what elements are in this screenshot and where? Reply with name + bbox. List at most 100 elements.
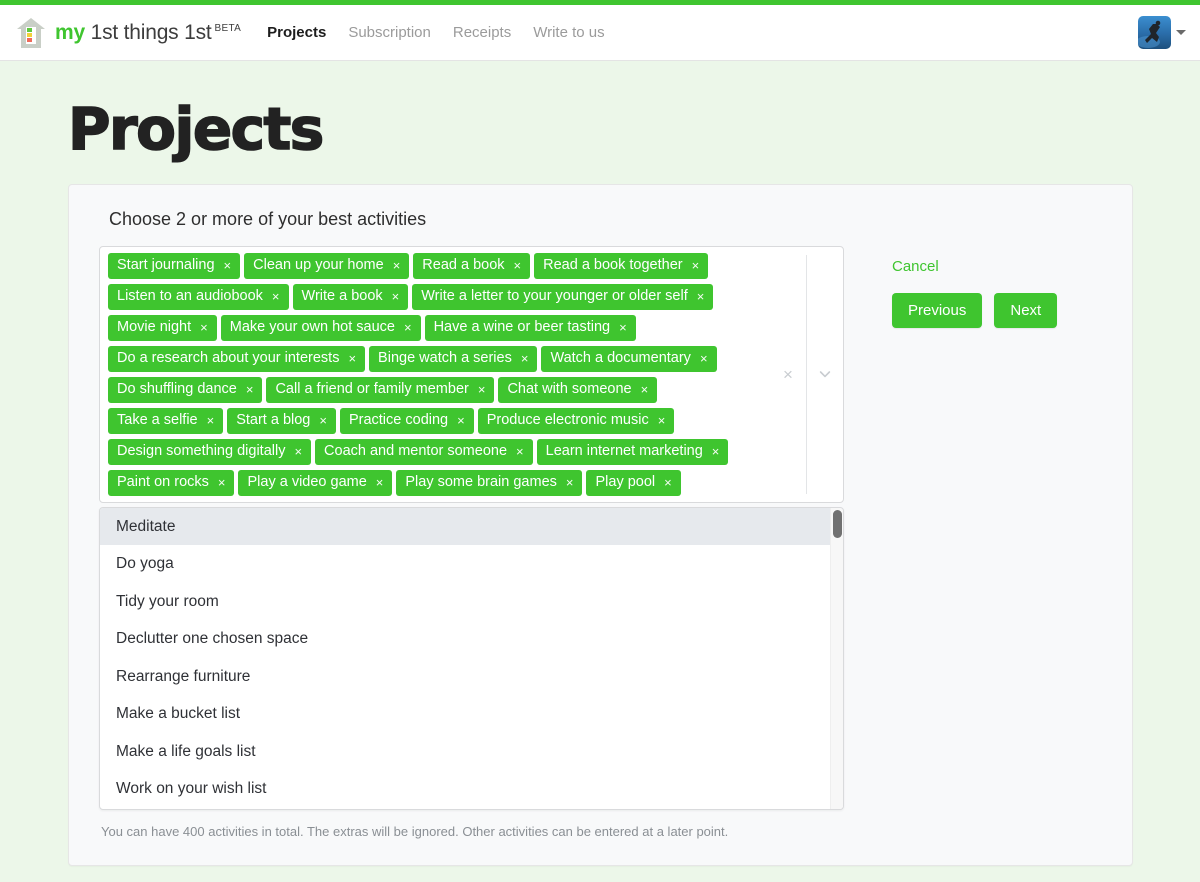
dropdown-option[interactable]: Make a life goals list <box>100 733 843 771</box>
selected-tag-label: Call a friend or family member <box>275 380 469 397</box>
remove-tag-icon[interactable]: × <box>664 476 672 489</box>
remove-tag-icon[interactable]: × <box>514 259 522 272</box>
selected-tag[interactable]: Design something digitally × <box>108 438 312 465</box>
dropdown-option[interactable]: Meditate <box>100 507 843 546</box>
selected-tag[interactable]: Practice coding × <box>339 407 474 434</box>
nav-link-projects[interactable]: Projects <box>267 24 326 41</box>
dropdown-option[interactable]: Tidy your room <box>100 583 843 621</box>
selected-tag[interactable]: Take a selfie × <box>108 407 224 434</box>
selected-tag[interactable]: Write a letter to your younger or older … <box>412 283 714 310</box>
remove-tag-icon[interactable]: × <box>478 383 486 396</box>
dropdown-option[interactable]: Work on your wish list <box>100 770 843 808</box>
dropdown-scrollbar[interactable] <box>830 507 843 809</box>
house-logo-icon <box>16 17 46 49</box>
selected-tag-label: Practice coding <box>348 411 449 428</box>
selected-tag[interactable]: Play pool × <box>586 469 681 496</box>
dropdown-options-list: Meditate Do yoga Tidy your room Declutter o… <box>100 507 843 809</box>
selected-tag[interactable]: Binge watch a series × <box>369 345 538 372</box>
remove-tag-icon[interactable]: × <box>207 414 215 427</box>
dropdown-option[interactable]: Declutter one chosen space <box>100 620 843 658</box>
selected-tag[interactable]: Call a friend or family member × <box>266 376 495 403</box>
selected-tag-label: Make your own hot sauce <box>229 318 395 335</box>
activities-dropdown-menu[interactable]: Meditate Do yoga Tidy your room Declutter o… <box>99 506 844 810</box>
selected-tag[interactable]: Read a book together × <box>534 252 709 279</box>
selected-tag-label: Start journaling <box>117 256 215 273</box>
remove-tag-icon[interactable]: × <box>200 321 208 334</box>
remove-tag-icon[interactable]: × <box>393 259 401 272</box>
remove-tag-icon[interactable]: × <box>348 352 356 365</box>
selected-tag-label: Chat with someone <box>507 380 632 397</box>
page-body: Projects Choose 2 or more of your best a… <box>0 61 1200 866</box>
remove-tag-icon[interactable]: × <box>224 259 232 272</box>
brand-text: my 1st things 1st BETA <box>55 21 241 45</box>
remove-tag-icon[interactable]: × <box>392 290 400 303</box>
brand-logo[interactable]: my 1st things 1st BETA <box>16 17 241 49</box>
brand-my: my <box>55 20 85 44</box>
selected-tag[interactable]: Chat with someone × <box>498 376 658 403</box>
selected-tag-label: Have a wine or beer tasting <box>433 318 611 335</box>
cancel-link[interactable]: Cancel <box>892 258 939 275</box>
selected-tag[interactable]: Make your own hot sauce × <box>220 314 421 341</box>
brand-rest: 1st things 1st <box>90 20 212 44</box>
selected-tag[interactable]: Do shuffling dance × <box>108 376 263 403</box>
next-button[interactable]: Next <box>994 292 1058 328</box>
selected-tag-label: Play a video game <box>247 473 367 490</box>
nav-link-receipts[interactable]: Receipts <box>453 24 511 41</box>
remove-tag-icon[interactable]: × <box>516 445 524 458</box>
wizard-buttons: Previous Next <box>892 292 1102 328</box>
selected-tags-container: Start journaling × Clean up your home × Read… <box>100 247 770 502</box>
remove-tag-icon[interactable]: × <box>294 445 302 458</box>
remove-tag-icon[interactable]: × <box>246 383 254 396</box>
remove-tag-icon[interactable]: × <box>521 352 529 365</box>
selected-tag[interactable]: Watch a documentary × <box>541 345 717 372</box>
selected-tag-label: Start a blog <box>236 411 311 428</box>
selected-tag[interactable]: Listen to an audiobook × <box>108 283 289 310</box>
remove-tag-icon[interactable]: × <box>319 414 327 427</box>
selected-tag[interactable]: Read a book × <box>413 252 531 279</box>
nav-link-subscription[interactable]: Subscription <box>348 24 431 41</box>
remove-tag-icon[interactable]: × <box>376 476 384 489</box>
selected-tag[interactable]: Do a research about your interests × <box>108 345 366 372</box>
remove-tag-icon[interactable]: × <box>641 383 649 396</box>
user-avatar-photo[interactable] <box>1138 16 1171 49</box>
remove-tag-icon[interactable]: × <box>457 414 465 427</box>
remove-tag-icon[interactable]: × <box>218 476 226 489</box>
clear-all-icon[interactable]: × <box>770 247 806 502</box>
selected-tag[interactable]: Write a book × <box>292 283 409 310</box>
chevron-down-icon[interactable] <box>807 247 843 502</box>
selected-tag[interactable]: Start journaling × <box>108 252 241 279</box>
remove-tag-icon[interactable]: × <box>700 352 708 365</box>
previous-button[interactable]: Previous <box>892 292 983 328</box>
remove-tag-icon[interactable]: × <box>619 321 627 334</box>
dropdown-option[interactable]: Make a bucket list <box>100 695 843 733</box>
remove-tag-icon[interactable]: × <box>692 259 700 272</box>
selected-tag-label: Paint on rocks <box>117 473 209 490</box>
caret-down-icon[interactable] <box>1176 30 1186 35</box>
remove-tag-icon[interactable]: × <box>404 321 412 334</box>
activities-multiselect[interactable]: Start journaling × Clean up your home × Read… <box>99 245 844 503</box>
remove-tag-icon[interactable]: × <box>566 476 574 489</box>
dropdown-option[interactable]: Do yoga <box>100 545 843 583</box>
remove-tag-icon[interactable]: × <box>697 290 705 303</box>
selected-tag-label: Design something digitally <box>117 442 286 459</box>
remove-tag-icon[interactable]: × <box>658 414 666 427</box>
selected-tag[interactable]: Play a video game × <box>238 469 393 496</box>
selected-tag-label: Binge watch a series <box>378 349 512 366</box>
selected-tag[interactable]: Paint on rocks × <box>108 469 235 496</box>
dropdown-option[interactable]: Rearrange furniture <box>100 658 843 696</box>
selected-tag[interactable]: Start a blog × <box>227 407 336 434</box>
selected-tag[interactable]: Play some brain games × <box>396 469 583 496</box>
selected-tag[interactable]: Produce electronic music × <box>477 407 675 434</box>
remove-tag-icon[interactable]: × <box>272 290 280 303</box>
selected-tag-label: Clean up your home <box>253 256 384 273</box>
nav-link-write-to-us[interactable]: Write to us <box>533 24 604 41</box>
selected-tag[interactable]: Movie night × <box>108 314 217 341</box>
dropdown-scrollbar-thumb[interactable] <box>833 509 842 538</box>
selected-tag-label: Read a book together <box>543 256 683 273</box>
account-menu[interactable] <box>1138 16 1186 49</box>
selected-tag[interactable]: Learn internet marketing × <box>536 438 729 465</box>
selected-tag[interactable]: Have a wine or beer tasting × <box>424 314 636 341</box>
selected-tag[interactable]: Coach and mentor someone × <box>315 438 533 465</box>
selected-tag[interactable]: Clean up your home × <box>244 252 410 279</box>
remove-tag-icon[interactable]: × <box>712 445 720 458</box>
